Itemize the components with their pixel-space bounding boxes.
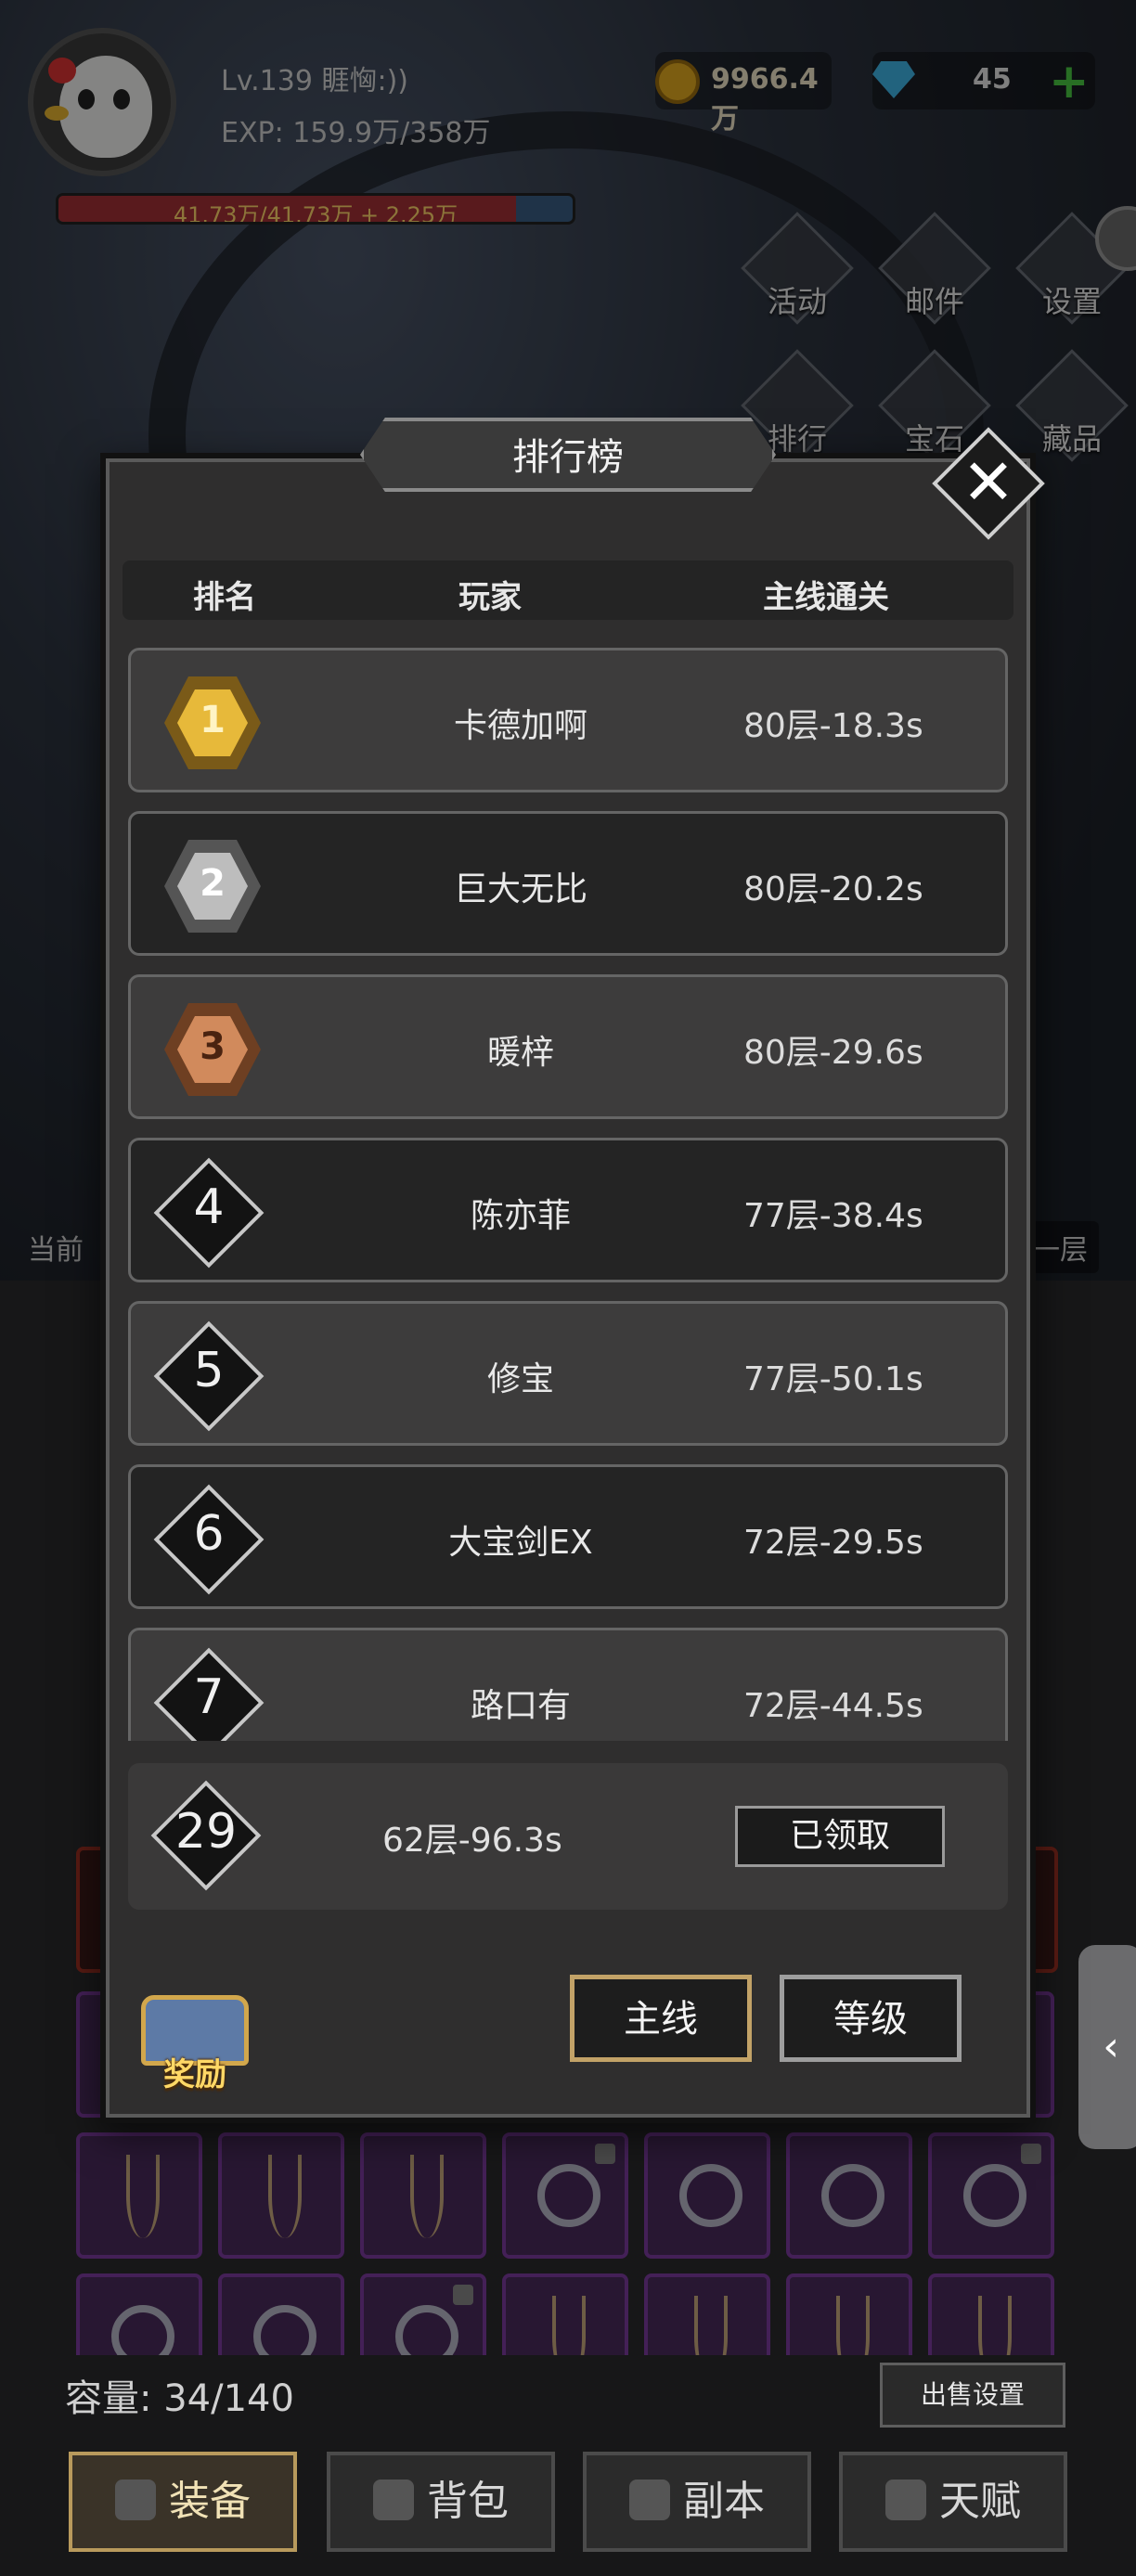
col-player: 玩家 — [458, 579, 522, 616]
progress-cell: 77层-50.1s — [743, 1360, 923, 1398]
portal-icon — [629, 2479, 670, 2520]
player-name-cell: 大宝剑EX — [448, 1524, 593, 1562]
ranking-header: 排名 玩家 主线通关 — [123, 560, 1013, 620]
game-screen: Lv.139 睚恟:)) EXP: 159.9万/358万 41.73万/41.… — [0, 0, 1136, 2576]
ranking-list[interactable]: 1 卡德加啊 80层-18.3s 2 巨大无比 80层-20.2s 3 暖梓 8… — [121, 640, 1021, 1741]
ranking-row: 2 巨大无比 80层-20.2s — [128, 811, 1008, 956]
claimed-button[interactable]: 已领取 — [735, 1806, 945, 1867]
rank-number: 1 — [200, 699, 226, 741]
silver-medal-icon: 2 — [164, 840, 261, 933]
col-rank: 排名 — [193, 579, 256, 616]
close-icon[interactable]: ✕ — [949, 444, 1028, 523]
tab-bag-label: 背包 — [427, 2478, 509, 2525]
rank-number: 5 — [193, 1343, 225, 1398]
capacity-label: 容量: 34/140 — [65, 2377, 294, 2420]
tab-talent[interactable]: 天赋 — [839, 2452, 1067, 2552]
ranking-row: 5 修宝 77层-50.1s — [128, 1301, 1008, 1446]
side-drawer-toggle[interactable]: ‹ — [1078, 1945, 1136, 2149]
rank-number: 3 — [200, 1025, 226, 1068]
modal-title: 排行榜 — [512, 436, 624, 479]
ranking-row: 6 大宝剑EX 72层-29.5s — [128, 1464, 1008, 1609]
gold-medal-icon: 1 — [164, 676, 261, 769]
ranking-row: 3 暖梓 80层-29.6s — [128, 974, 1008, 1119]
tab-dungeon[interactable]: 副本 — [583, 2452, 811, 2552]
player-name-cell: 卡德加啊 — [453, 707, 587, 745]
player-name-cell: 陈亦菲 — [470, 1197, 571, 1235]
ranking-row: 4 陈亦菲 77层-38.4s — [128, 1138, 1008, 1282]
player-name-cell: 暖梓 — [486, 1034, 554, 1072]
player-name-cell: 巨大无比 — [453, 870, 587, 908]
reward-label: 奖励 — [163, 2056, 226, 2093]
progress-cell: 72层-29.5s — [743, 1524, 923, 1562]
trident-icon — [115, 2479, 156, 2520]
player-name-cell: 修宝 — [486, 1360, 554, 1398]
tab-dungeon-label: 副本 — [683, 2478, 765, 2525]
rank-number: 7 — [193, 1669, 225, 1725]
progress-cell: 80层-29.6s — [743, 1034, 923, 1072]
tab-bag[interactable]: 背包 — [327, 2452, 555, 2552]
col-progress: 主线通关 — [763, 579, 889, 616]
progress-cell: 72层-44.5s — [743, 1687, 923, 1725]
backpack-icon — [373, 2479, 414, 2520]
tab-talent-label: 天赋 — [939, 2478, 1021, 2525]
tab-mainline[interactable]: 主线 — [570, 1975, 752, 2062]
progress-cell: 80层-18.3s — [743, 707, 923, 745]
reward-button[interactable]: 奖励 — [132, 1967, 258, 2097]
sell-settings-button[interactable]: 出售设置 — [880, 2363, 1065, 2428]
rank-number: 6 — [193, 1506, 225, 1562]
progress-cell: 77层-38.4s — [743, 1197, 923, 1235]
rank-number: 4 — [193, 1179, 225, 1235]
tab-equip-label: 装备 — [169, 2478, 251, 2525]
bronze-medal-icon: 3 — [164, 1003, 261, 1096]
ranking-row: 1 卡德加啊 80层-18.3s — [128, 648, 1008, 792]
cards-icon — [885, 2479, 926, 2520]
progress-cell: 80层-20.2s — [743, 870, 923, 908]
tab-level[interactable]: 等级 — [780, 1975, 962, 2062]
tab-equip[interactable]: 装备 — [69, 2452, 297, 2552]
ranking-row: 7 路口有 72层-44.5s — [128, 1628, 1008, 1741]
my-progress: 62层-96.3s — [382, 1822, 562, 1860]
rank-number: 2 — [200, 862, 226, 905]
player-name-cell: 路口有 — [470, 1687, 571, 1725]
my-rank-number: 29 — [174, 1804, 238, 1860]
